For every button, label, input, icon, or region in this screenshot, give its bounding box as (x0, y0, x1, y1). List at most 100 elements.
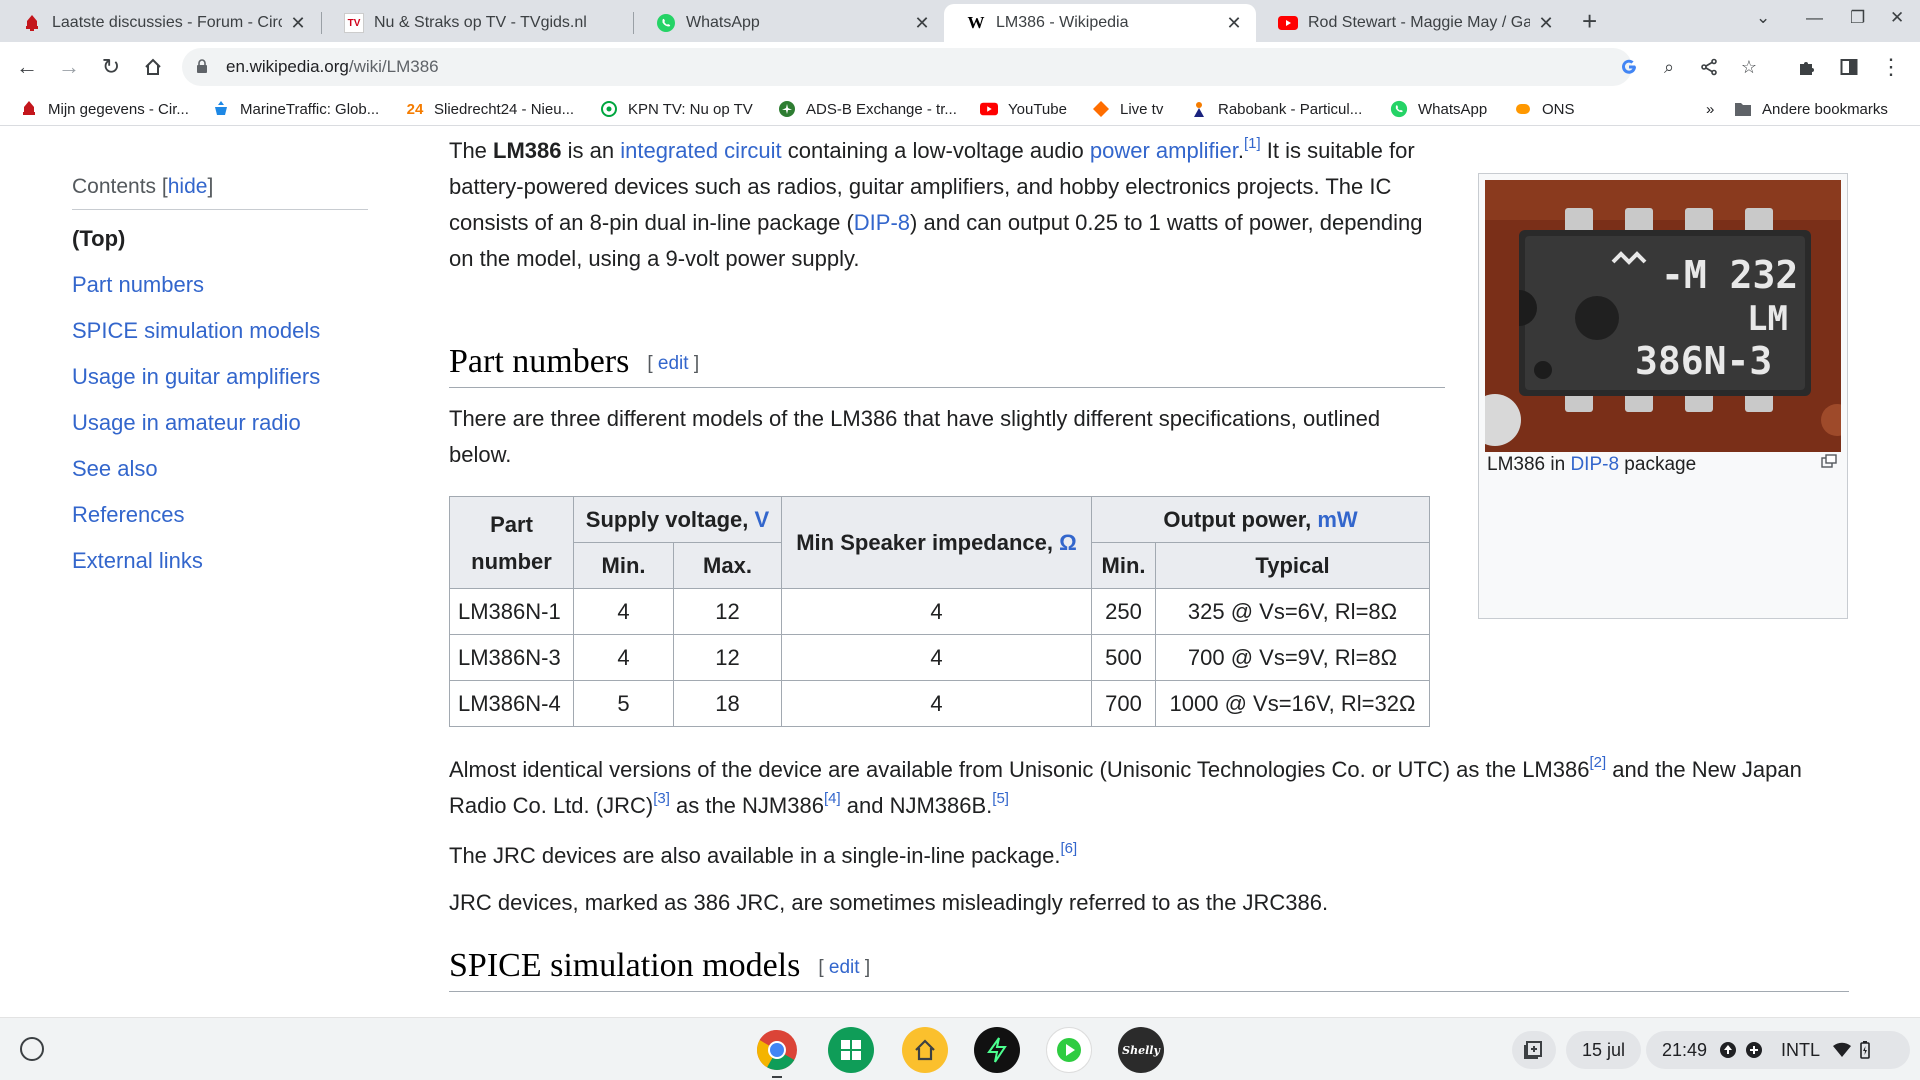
reload-icon[interactable]: ↻ (94, 50, 128, 84)
ref-1[interactable]: [1] (1244, 135, 1261, 152)
youtube-icon (1278, 13, 1298, 33)
th-min-speaker-impedance: Min Speaker impedance, Ω (781, 496, 1092, 589)
chrome-icon[interactable] (754, 1027, 800, 1073)
tab-wikipedia-active[interactable]: W LM386 - Wikipedia ✕ (944, 4, 1256, 42)
zoom-icon[interactable]: ⌕ (1658, 56, 1680, 78)
back-icon[interactable]: ← (10, 50, 44, 84)
shelly-label: Shelly (1122, 1043, 1160, 1057)
bookmark-youtube[interactable]: YouTube (980, 98, 1067, 120)
toc-item-references[interactable]: References (72, 502, 372, 528)
edit-link[interactable]: edit (658, 353, 689, 374)
ons-icon (1514, 100, 1532, 118)
bookmark-other[interactable]: Andere bookmarks (1734, 98, 1888, 120)
extensions-icon[interactable] (1790, 50, 1824, 84)
side-panel-icon[interactable] (1832, 50, 1866, 84)
forward-icon[interactable]: → (52, 50, 86, 84)
link-ohm[interactable]: Ω (1059, 530, 1077, 555)
toc-item-spice[interactable]: SPICE simulation models (72, 318, 372, 344)
url-text[interactable]: en.wikipedia.org/wiki/LM386 (226, 57, 439, 77)
home-icon[interactable] (136, 50, 170, 84)
bookmark-label: KPN TV: Nu op TV (628, 100, 753, 118)
toc-item-amateur-radio[interactable]: Usage in amateur radio (72, 410, 372, 436)
minimize-icon[interactable]: — (1806, 8, 1823, 28)
wifi-icon (1833, 1042, 1852, 1057)
tab-circuits-online[interactable]: Laatste discussies - Forum - Circ ✕ (0, 4, 320, 42)
battery-icon (1860, 1041, 1870, 1059)
play-app-icon[interactable] (1046, 1027, 1092, 1073)
date-tray[interactable]: 15 jul (1566, 1031, 1642, 1069)
home-app-icon[interactable] (902, 1027, 948, 1073)
address-bar[interactable]: en.wikipedia.org/wiki/LM386 ⌕ ☆ (182, 48, 1757, 86)
variants-paragraph: Almost identical versions of the device … (449, 752, 1859, 824)
adsb-icon (778, 100, 796, 118)
holding-space-icon[interactable] (1512, 1031, 1556, 1069)
ref-3[interactable]: [3] (653, 790, 670, 807)
ref-5[interactable]: [5] (992, 790, 1009, 807)
lock-icon[interactable] (196, 59, 208, 73)
shelly-icon[interactable]: Shelly (1118, 1027, 1164, 1073)
th-supply-min: Min. (573, 542, 674, 589)
tab-tvgids[interactable]: TV Nu & Straks op TV - TVgids.nl (322, 4, 632, 42)
cell-pmin: 700 (1091, 680, 1156, 727)
toc-hide-link[interactable]: hide (168, 175, 208, 198)
bookmark-kpn-tv[interactable]: KPN TV: Nu op TV (600, 98, 753, 120)
close-icon[interactable]: ✕ (912, 13, 932, 34)
close-icon[interactable]: ✕ (1536, 13, 1556, 34)
lm386-chip-photo[interactable]: -M 232 LM 386N-3 (1485, 180, 1841, 452)
link-dip-8[interactable]: DIP-8 (854, 210, 910, 235)
restore-icon[interactable]: ❐ (1850, 8, 1865, 28)
link-caption-dip8[interactable]: DIP-8 (1570, 454, 1619, 475)
bookmarks-bar: Mijn gegevens - Cir... MarineTraffic: Gl… (0, 92, 1920, 126)
bookmarks-overflow-chevron[interactable]: » (1706, 98, 1714, 120)
tab-youtube[interactable]: Rod Stewart - Maggie May / Gasc ✕ (1256, 4, 1568, 42)
edit-link[interactable]: edit (829, 957, 860, 978)
bookmark-rabobank[interactable]: Rabobank - Particul... (1190, 98, 1362, 120)
link-integrated-circuit[interactable]: integrated circuit (620, 138, 781, 163)
bolt-app-icon[interactable] (974, 1027, 1020, 1073)
link-power-amplifier[interactable]: power amplifier (1090, 138, 1238, 163)
tab-whatsapp[interactable]: WhatsApp ✕ (634, 4, 944, 42)
ref-6[interactable]: [6] (1060, 840, 1077, 857)
launcher-icon[interactable] (20, 1037, 44, 1061)
close-icon[interactable]: ✕ (288, 13, 308, 34)
marinetraffic-icon (212, 100, 230, 118)
link-volt[interactable]: V (755, 507, 770, 532)
bookmark-adsb[interactable]: ADS-B Exchange - tr... (778, 98, 957, 120)
ref-2[interactable]: [2] (1589, 754, 1606, 771)
th-text: Output power, (1163, 506, 1318, 532)
bookmark-ons[interactable]: ONS (1514, 98, 1575, 120)
enlarge-icon[interactable] (1821, 454, 1837, 468)
thumbnail-caption: LM386 in DIP-8 package (1487, 454, 1696, 476)
status-tray[interactable]: 21:49 INTL (1646, 1031, 1910, 1069)
toc-item-part-numbers[interactable]: Part numbers (72, 272, 372, 298)
wikipedia-icon: W (967, 13, 985, 32)
ref-4[interactable]: [4] (824, 790, 841, 807)
tab-search-chevron-icon[interactable]: ⌄ (1756, 8, 1770, 28)
os-shelf: Shelly 15 jul 21:49 INTL (0, 1017, 1920, 1080)
section-title: Part numbers (449, 343, 630, 380)
cell-typical: 325 @ Vs=6V, Rl=8Ω (1155, 588, 1430, 635)
calculator-icon[interactable] (828, 1027, 874, 1073)
toc-item-guitar[interactable]: Usage in guitar amplifiers (72, 364, 372, 390)
chrome-running-indicator (772, 1076, 782, 1078)
bookmark-live-tv[interactable]: Live tv (1092, 98, 1163, 120)
close-window-icon[interactable]: ✕ (1890, 8, 1904, 28)
menu-kebab-icon[interactable]: ⋮ (1874, 50, 1908, 84)
toc-heading: Contents [hide] (72, 175, 368, 210)
bookmark-label: Live tv (1120, 100, 1164, 118)
toc-item-top[interactable]: (Top) (72, 226, 372, 252)
toc-item-see-also[interactable]: See also (72, 456, 372, 482)
close-icon[interactable]: ✕ (1224, 13, 1244, 34)
toc-item-external-links[interactable]: External links (72, 548, 372, 574)
chip-marking-line1: -M 232 (1661, 253, 1798, 297)
link-mw[interactable]: mW (1317, 507, 1357, 532)
google-lens-icon[interactable] (1618, 56, 1640, 78)
bookmark-mijn-gegevens[interactable]: Mijn gegevens - Cir... (20, 98, 189, 120)
bookmark-sliedrecht24[interactable]: 24 Sliedrecht24 - Nieu... (406, 98, 574, 120)
th-output-min: Min. (1091, 542, 1156, 589)
bookmark-whatsapp[interactable]: WhatsApp (1390, 98, 1487, 120)
bookmark-marinetraffic[interactable]: MarineTraffic: Glob... (212, 98, 379, 120)
bookmark-star-icon[interactable]: ☆ (1738, 56, 1760, 78)
share-icon[interactable] (1698, 56, 1720, 78)
new-tab-button[interactable]: + (1582, 8, 1597, 34)
